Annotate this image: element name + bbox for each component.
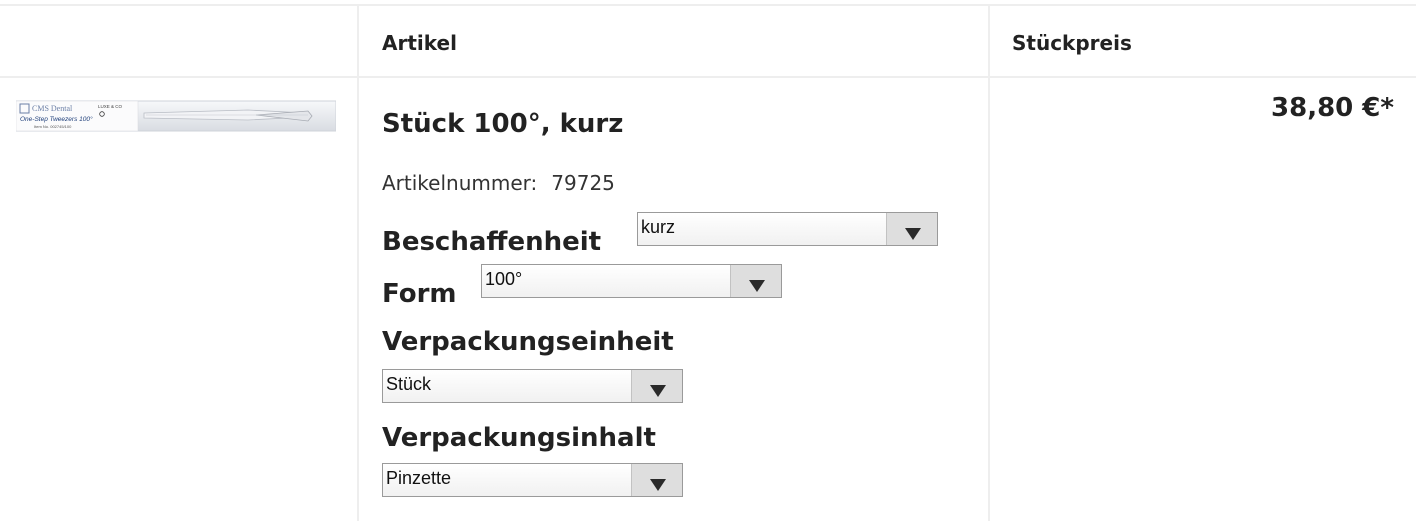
- verpackungsinhalt-selected-value: Pinzette: [386, 468, 452, 488]
- column-divider-left: [357, 6, 359, 521]
- dropdown-arrow-icon[interactable]: [631, 370, 682, 402]
- verpackungseinheit-select[interactable]: Stück: [382, 369, 683, 403]
- column-header-article: Artikel: [382, 31, 457, 55]
- dropdown-arrow-icon[interactable]: [631, 464, 682, 496]
- beschaffenheit-selected-value: kurz: [641, 217, 676, 237]
- image-brand-text: CMS Dental: [32, 104, 73, 113]
- verpackungsinhalt-select[interactable]: Pinzette: [382, 463, 683, 497]
- article-number: Artikelnummer: 79725: [382, 171, 615, 195]
- dropdown-arrow-icon[interactable]: [730, 265, 781, 297]
- beschaffenheit-select[interactable]: kurz: [637, 212, 938, 246]
- product-price: 38,80 €*: [1271, 93, 1394, 123]
- product-image: CMS Dental LUXE & CO One-Step Tweezers 1…: [15, 100, 337, 132]
- article-number-label: Artikelnummer:: [382, 171, 538, 195]
- option-label-verpackungseinheit: Verpackungseinheit: [382, 327, 674, 357]
- image-item-number-text: Item No. 002745/100: [34, 124, 72, 129]
- column-header-unit-price: Stückpreis: [1012, 31, 1132, 55]
- article-number-value: 79725: [551, 171, 615, 195]
- option-label-beschaffenheit: Beschaffenheit: [382, 227, 602, 257]
- option-label-form: Form: [382, 279, 457, 309]
- table-header-border-bottom: [0, 76, 1416, 78]
- form-select[interactable]: 100°: [481, 264, 782, 298]
- form-selected-value: 100°: [485, 269, 523, 289]
- dropdown-arrow-icon[interactable]: [886, 213, 937, 245]
- verpackungseinheit-selected-value: Stück: [386, 374, 432, 394]
- column-divider-right: [988, 6, 990, 521]
- product-title[interactable]: Stück 100°, kurz: [382, 109, 623, 139]
- table-header-border-top: [0, 4, 1416, 6]
- option-label-verpackungsinhalt: Verpackungsinhalt: [382, 423, 656, 453]
- product-thumbnail[interactable]: CMS Dental LUXE & CO One-Step Tweezers 1…: [15, 99, 337, 133]
- image-product-text: One-Step Tweezers 100°: [20, 115, 93, 123]
- image-corner-text: LUXE & CO: [98, 104, 123, 109]
